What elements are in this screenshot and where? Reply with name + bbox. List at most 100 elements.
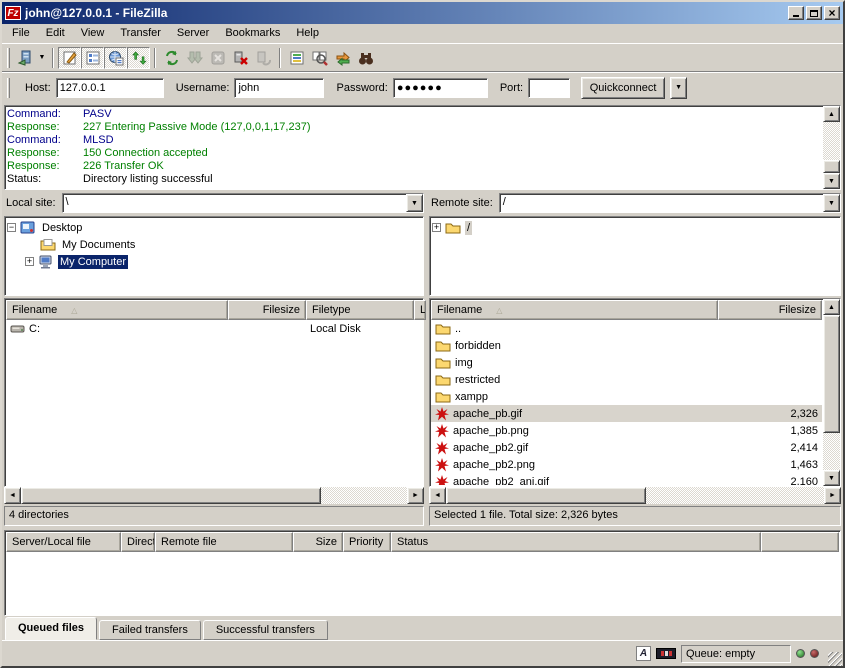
scrollbar-thumb[interactable] xyxy=(823,315,840,433)
remote-file-row[interactable]: apache_pb2_ani.gif 2,160 xyxy=(431,473,822,485)
tree-item-my-documents[interactable]: My Documents xyxy=(7,236,421,253)
column-priority[interactable]: Priority xyxy=(343,532,391,552)
quickconnect-dropdown[interactable]: ▼ xyxy=(670,77,687,99)
tab-failed-transfers[interactable]: Failed transfers xyxy=(99,620,201,640)
cancel-icon xyxy=(210,50,226,66)
scroll-up-icon[interactable]: ▲ xyxy=(823,106,840,122)
column-filename[interactable]: Filename△ xyxy=(6,300,228,320)
find-files-button[interactable] xyxy=(354,47,377,69)
transfer-type-icon[interactable]: A xyxy=(636,646,651,661)
column-direction[interactable]: Directi... xyxy=(121,532,155,552)
drive-icon xyxy=(10,323,25,335)
activity-led-red xyxy=(810,649,819,658)
menu-help[interactable]: Help xyxy=(288,25,327,41)
site-manager-dropdown[interactable]: ▼ xyxy=(36,47,48,69)
remote-file-row[interactable]: restricted xyxy=(431,371,822,388)
scroll-right-icon[interactable]: ► xyxy=(407,487,424,504)
column-filetype[interactable]: Filetype xyxy=(306,300,414,320)
tree-item-desktop[interactable]: − Desktop xyxy=(7,219,421,236)
remote-pane: Remote site: / ▼ + / Filename△ Filesize xyxy=(429,192,841,526)
remote-site-combo[interactable]: / ▼ xyxy=(499,193,841,213)
site-manager-button[interactable] xyxy=(13,47,36,69)
chevron-down-icon[interactable]: ▼ xyxy=(406,194,423,212)
speed-limit-icon[interactable] xyxy=(656,648,676,659)
chevron-down-icon[interactable]: ▼ xyxy=(823,194,840,212)
column-filesize[interactable]: Filesize xyxy=(228,300,306,320)
column-last-modified[interactable]: L xyxy=(414,300,426,320)
column-size[interactable]: Size xyxy=(293,532,343,552)
tab-queued-files[interactable]: Queued files xyxy=(5,617,97,640)
menu-bookmarks[interactable]: Bookmarks xyxy=(217,25,288,41)
scrollbar-thumb[interactable] xyxy=(823,160,840,173)
local-site-combo[interactable]: \ ▼ xyxy=(62,193,424,213)
toolbar-separator xyxy=(154,48,156,68)
tree-item-root[interactable]: + / xyxy=(432,219,838,236)
toggle-local-tree-button[interactable] xyxy=(81,47,104,69)
local-horizontal-scrollbar[interactable]: ◄ ► xyxy=(4,487,424,504)
compare-button[interactable] xyxy=(308,47,331,69)
remote-status-text: Selected 1 file. Total size: 2,326 bytes xyxy=(429,506,841,526)
column-filename[interactable]: Filename△ xyxy=(431,300,718,320)
log-vertical-scrollbar[interactable]: ▲ ▼ xyxy=(823,106,840,189)
scroll-left-icon[interactable]: ◄ xyxy=(429,487,446,504)
password-input[interactable] xyxy=(393,78,488,98)
remote-file-row[interactable]: forbidden xyxy=(431,337,822,354)
scrollbar-thumb[interactable] xyxy=(446,487,646,504)
remote-file-row[interactable]: .. xyxy=(431,320,822,337)
toggle-remote-tree-button[interactable] xyxy=(104,47,127,69)
close-button[interactable]: × xyxy=(824,6,840,20)
port-input[interactable] xyxy=(528,78,570,98)
menu-edit[interactable]: Edit xyxy=(38,25,73,41)
log-line: Response:150 Connection accepted xyxy=(7,147,821,160)
scroll-right-icon[interactable]: ► xyxy=(824,487,841,504)
expand-icon[interactable]: + xyxy=(25,257,34,266)
username-input[interactable] xyxy=(234,78,324,98)
queue-header: Server/Local file Directi... Remote file… xyxy=(6,532,839,552)
column-filesize[interactable]: Filesize xyxy=(718,300,822,320)
menu-server[interactable]: Server xyxy=(169,25,217,41)
column-status[interactable]: Status xyxy=(391,532,761,552)
queue-body[interactable] xyxy=(6,552,839,614)
quickconnect-button[interactable]: Quickconnect xyxy=(581,77,665,99)
scrollbar-thumb[interactable] xyxy=(21,487,321,504)
menu-view[interactable]: View xyxy=(73,25,113,41)
column-remote-file[interactable]: Remote file xyxy=(155,532,293,552)
close-icon: × xyxy=(828,8,835,18)
filter-button[interactable] xyxy=(285,47,308,69)
expand-icon[interactable]: + xyxy=(432,223,441,232)
remote-vertical-scrollbar[interactable]: ▲ ▼ xyxy=(823,299,840,486)
synchronized-browsing-button[interactable] xyxy=(331,47,354,69)
process-queue-button[interactable] xyxy=(183,47,206,69)
column-server-local-file[interactable]: Server/Local file xyxy=(6,532,121,552)
reconnect-button[interactable] xyxy=(252,47,275,69)
remote-file-row[interactable]: apache_pb2.gif 2,414 xyxy=(431,439,822,456)
maximize-button[interactable] xyxy=(806,6,822,20)
apache-file-icon xyxy=(435,441,449,455)
scroll-left-icon[interactable]: ◄ xyxy=(4,487,21,504)
remote-file-row[interactable]: xampp xyxy=(431,388,822,405)
local-pane: Local site: \ ▼ − Desktop My Documents xyxy=(4,192,424,526)
remote-file-row[interactable]: apache_pb.png 1,385 xyxy=(431,422,822,439)
refresh-button[interactable] xyxy=(160,47,183,69)
tree-item-my-computer[interactable]: + My Computer xyxy=(7,253,421,270)
scroll-up-icon[interactable]: ▲ xyxy=(823,299,840,315)
tab-successful-transfers[interactable]: Successful transfers xyxy=(203,620,328,640)
scroll-down-icon[interactable]: ▼ xyxy=(823,470,840,486)
remote-horizontal-scrollbar[interactable]: ◄ ► xyxy=(429,487,841,504)
cancel-button[interactable] xyxy=(206,47,229,69)
resize-grip-icon[interactable] xyxy=(828,652,842,666)
local-file-row[interactable]: C: Local Disk xyxy=(6,320,422,337)
menu-file[interactable]: File xyxy=(4,25,38,41)
collapse-icon[interactable]: − xyxy=(7,223,16,232)
toggle-queue-button[interactable] xyxy=(127,47,150,69)
minimize-button[interactable] xyxy=(788,6,804,20)
host-input[interactable] xyxy=(56,78,164,98)
remote-file-row[interactable]: img xyxy=(431,354,822,371)
disconnect-button[interactable] xyxy=(229,47,252,69)
remote-file-row[interactable]: apache_pb2.png 1,463 xyxy=(431,456,822,473)
scroll-down-icon[interactable]: ▼ xyxy=(823,173,840,189)
menu-transfer[interactable]: Transfer xyxy=(112,25,169,41)
toggle-message-log-button[interactable] xyxy=(58,47,81,69)
remote-file-row-selected[interactable]: apache_pb.gif 2,326 xyxy=(431,405,822,422)
refresh-icon xyxy=(164,50,180,66)
